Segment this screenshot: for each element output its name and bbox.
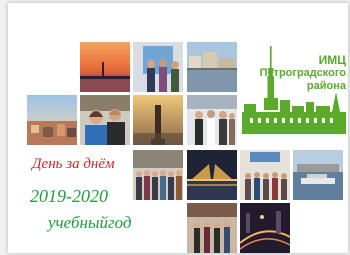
photo-large-group (133, 150, 183, 200)
logo-area-line: района (306, 80, 346, 92)
photo-conference-people (187, 95, 237, 145)
photo-two-women (80, 95, 130, 145)
photo-hall-audience (240, 150, 290, 200)
photo-drawbridge-night (187, 150, 237, 200)
photo-river-boat (293, 150, 343, 200)
imc-logo: ИМЦ Петроградского района (240, 42, 350, 140)
photo-city-embankment (187, 42, 237, 92)
logo-title: ИМЦ (318, 53, 346, 67)
photo-rostral-column (133, 95, 183, 145)
day-by-day-heading: День за днём (32, 156, 115, 172)
logo-district-line: Петроградского (259, 67, 346, 79)
years-heading: 2019-2020 (30, 186, 108, 206)
photo-night-lights (240, 203, 290, 253)
photo-sunset-fortress (80, 42, 130, 92)
school-year-heading: учебныйгод (48, 213, 132, 232)
photo-city-panorama (27, 95, 77, 145)
photo-event-room (187, 203, 237, 253)
photo-group-banner (133, 42, 183, 92)
